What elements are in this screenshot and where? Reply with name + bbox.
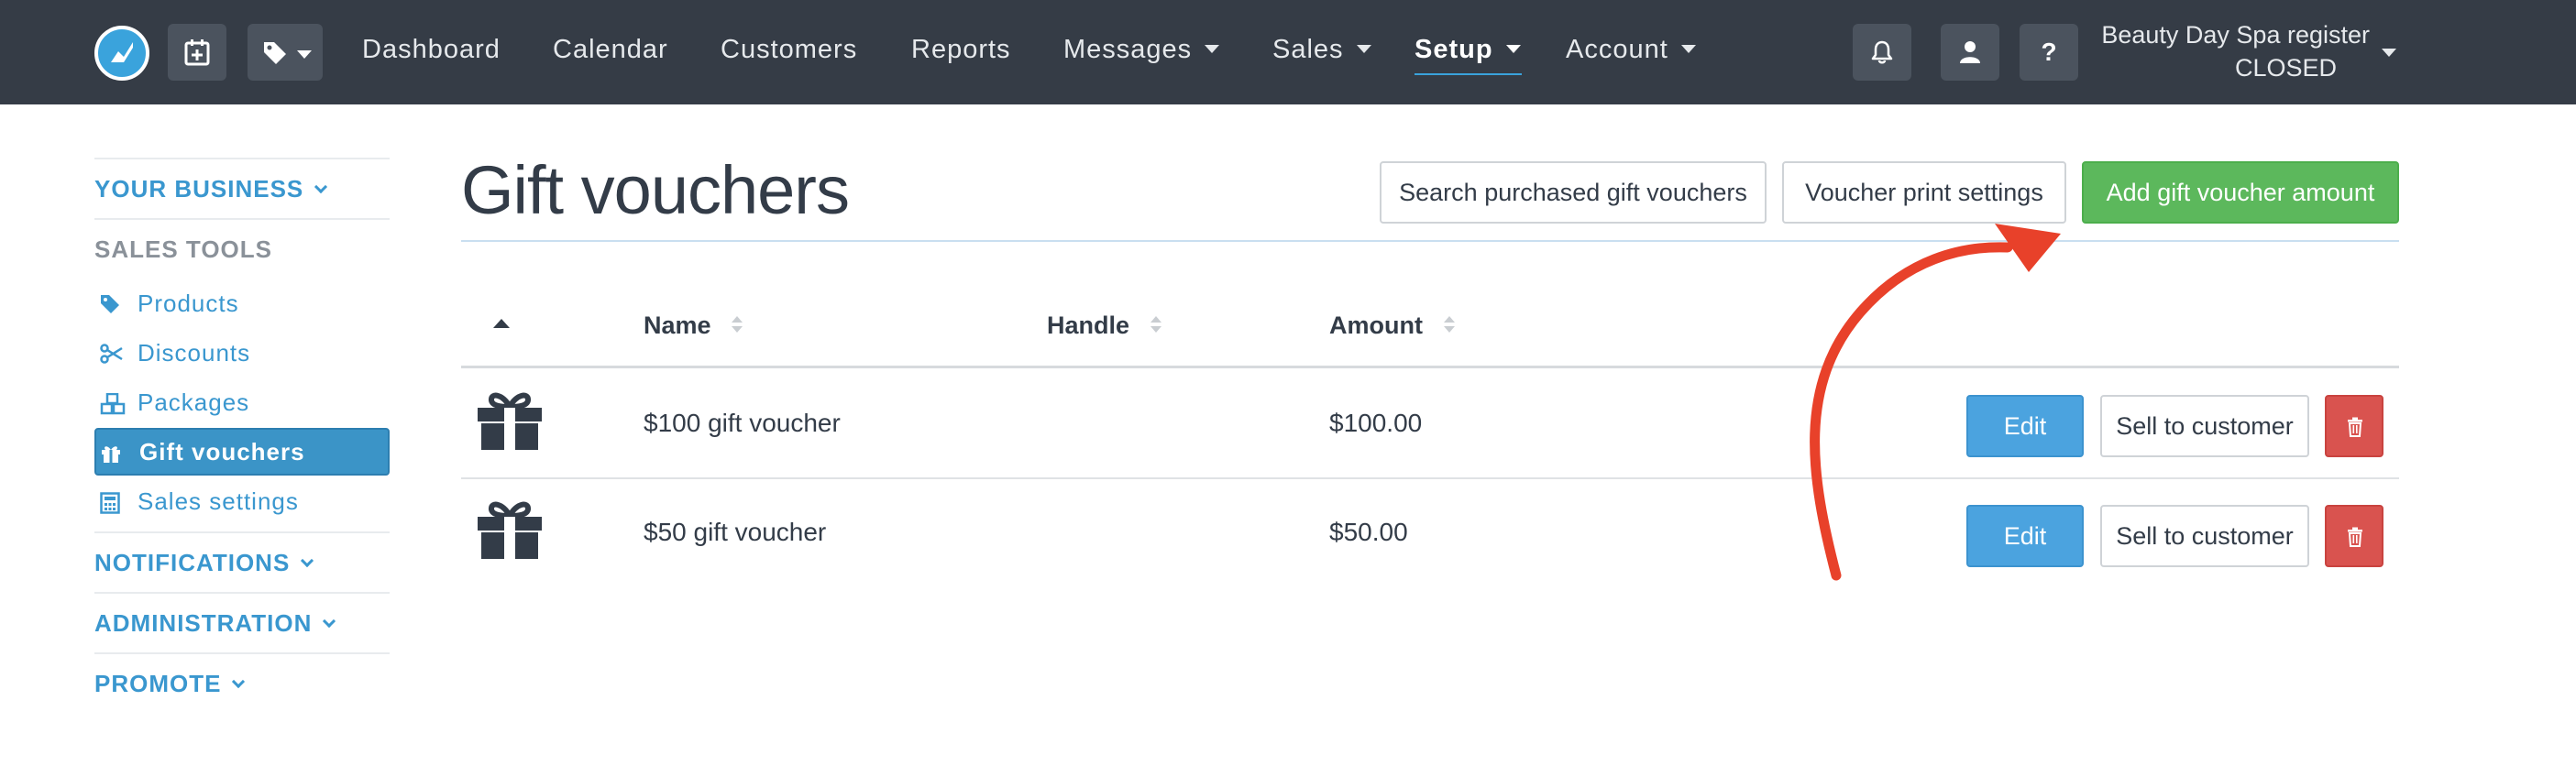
chevron-down-icon [1356, 44, 1371, 53]
calendar-add-button[interactable] [168, 24, 226, 81]
search-purchased-vouchers-button[interactable]: Search purchased gift vouchers [1380, 161, 1767, 224]
column-header-amount[interactable]: Amount [1329, 312, 1456, 340]
trash-icon [2348, 527, 2362, 547]
nav-setup-label: Setup [1415, 35, 1493, 64]
user-icon [1960, 41, 1980, 63]
section-label: NOTIFICATIONS [94, 549, 291, 576]
row-divider [461, 477, 2399, 479]
section-label: ADMINISTRATION [94, 609, 313, 637]
bell-icon [1871, 40, 1893, 64]
nav-calendar[interactable]: Calendar [553, 0, 668, 104]
chevron-down-icon [1205, 44, 1220, 53]
cubes-icon [100, 393, 126, 415]
delete-button[interactable] [2325, 395, 2383, 457]
column-header-label: Name [644, 312, 711, 339]
sidebar-section-administration[interactable]: ADMINISTRATION [94, 594, 390, 652]
nav-sales-label: Sales [1272, 35, 1344, 64]
chevron-down-icon [232, 674, 246, 688]
gift-icon [478, 501, 542, 559]
nav-account[interactable]: Account [1566, 0, 1696, 104]
nav-dashboard[interactable]: Dashboard [362, 0, 501, 104]
divider [461, 240, 2399, 242]
sidebar-section-your-business[interactable]: YOUR BUSINESS [94, 159, 390, 218]
voucher-name: $50 gift voucher [644, 518, 827, 546]
voucher-print-settings-button[interactable]: Voucher print settings [1782, 161, 2066, 224]
sort-asc-icon[interactable] [493, 319, 510, 328]
sidebar-item-label: Products [138, 290, 239, 317]
sidebar-section-notifications[interactable]: NOTIFICATIONS [94, 533, 390, 592]
calendar-add-icon [184, 39, 210, 66]
sell-to-customer-button[interactable]: Sell to customer [2100, 505, 2309, 567]
section-label: PROMOTE [94, 670, 222, 697]
delete-button[interactable] [2325, 505, 2383, 567]
scissors-icon [100, 344, 123, 364]
sidebar-item-label: Discounts [138, 339, 251, 367]
column-header-name[interactable]: Name [644, 312, 743, 340]
sidebar: YOUR BUSINESS SALES TOOLS Products Disco… [94, 158, 390, 713]
notifications-button[interactable] [1853, 24, 1911, 81]
sidebar-item-packages[interactable]: Packages [94, 378, 390, 427]
chevron-down-icon [1505, 44, 1521, 53]
sort-icon [732, 315, 743, 333]
sidebar-section-sales-tools: SALES TOOLS [94, 235, 272, 263]
nav-sales[interactable]: Sales [1272, 0, 1371, 104]
column-header-handle[interactable]: Handle [1047, 312, 1162, 340]
register-status[interactable]: Beauty Day Spa register CLOSED [2095, 18, 2370, 84]
edit-button[interactable]: Edit [1966, 395, 2084, 457]
sidebar-item-gift-vouchers[interactable]: Gift vouchers [94, 428, 390, 476]
register-name: Beauty Day Spa register [2101, 21, 2370, 49]
sidebar-item-label: Gift vouchers [139, 438, 305, 465]
tag-icon [264, 42, 286, 64]
table-header-divider [461, 366, 2399, 368]
chevron-down-icon [297, 50, 312, 59]
top-navbar: Dashboard Calendar Customers Reports Mes… [0, 0, 2576, 104]
section-label: YOUR BUSINESS [94, 175, 304, 202]
gift-icon [102, 446, 120, 463]
active-nav-indicator [1415, 73, 1522, 75]
sidebar-section-promote[interactable]: PROMOTE [94, 654, 390, 713]
voucher-amount: $100.00 [1329, 409, 1423, 437]
sort-icon [1150, 315, 1161, 333]
quick-sale-button[interactable] [248, 24, 323, 81]
help-icon: ? [2041, 38, 2057, 66]
gift-icon [478, 392, 542, 450]
sidebar-item-label: Packages [138, 388, 250, 416]
user-button[interactable] [1941, 24, 1999, 81]
nav-dashboard-label: Dashboard [362, 35, 501, 64]
nav-messages[interactable]: Messages [1063, 0, 1220, 104]
logo-icon[interactable] [94, 26, 149, 81]
nav-setup[interactable]: Setup [1415, 0, 1521, 104]
voucher-name: $100 gift voucher [644, 409, 841, 437]
nav-messages-label: Messages [1063, 35, 1193, 64]
chevron-down-icon [314, 180, 328, 193]
add-gift-voucher-amount-button[interactable]: Add gift voucher amount [2082, 161, 2399, 224]
nav-customers-label: Customers [721, 35, 858, 64]
page-title: Gift vouchers [461, 152, 850, 228]
sidebar-item-products[interactable]: Products [94, 279, 390, 328]
nav-account-label: Account [1566, 35, 1668, 64]
tag-icon [101, 295, 119, 313]
nav-customers[interactable]: Customers [721, 0, 857, 104]
nav-reports[interactable]: Reports [911, 0, 1011, 104]
sidebar-item-discounts[interactable]: Discounts [94, 328, 390, 378]
sort-icon [1443, 315, 1455, 333]
chevron-down-icon [323, 614, 336, 628]
calculator-icon [100, 492, 120, 514]
register-state: CLOSED [2234, 54, 2337, 82]
chevron-down-icon [1680, 44, 1696, 53]
sell-to-customer-button[interactable]: Sell to customer [2100, 395, 2309, 457]
sidebar-item-sales-settings[interactable]: Sales settings [94, 476, 390, 526]
help-button[interactable]: ? [2020, 24, 2078, 81]
trash-icon [2348, 417, 2362, 437]
column-header-label: Amount [1329, 312, 1423, 339]
edit-button[interactable]: Edit [1966, 505, 2084, 567]
nav-reports-label: Reports [911, 35, 1011, 64]
nav-calendar-label: Calendar [553, 35, 668, 64]
voucher-amount: $50.00 [1329, 518, 1408, 546]
chevron-down-icon [301, 553, 314, 567]
chevron-down-icon[interactable] [2382, 49, 2396, 57]
column-header-label: Handle [1047, 312, 1130, 339]
sidebar-item-label: Sales settings [138, 487, 299, 515]
